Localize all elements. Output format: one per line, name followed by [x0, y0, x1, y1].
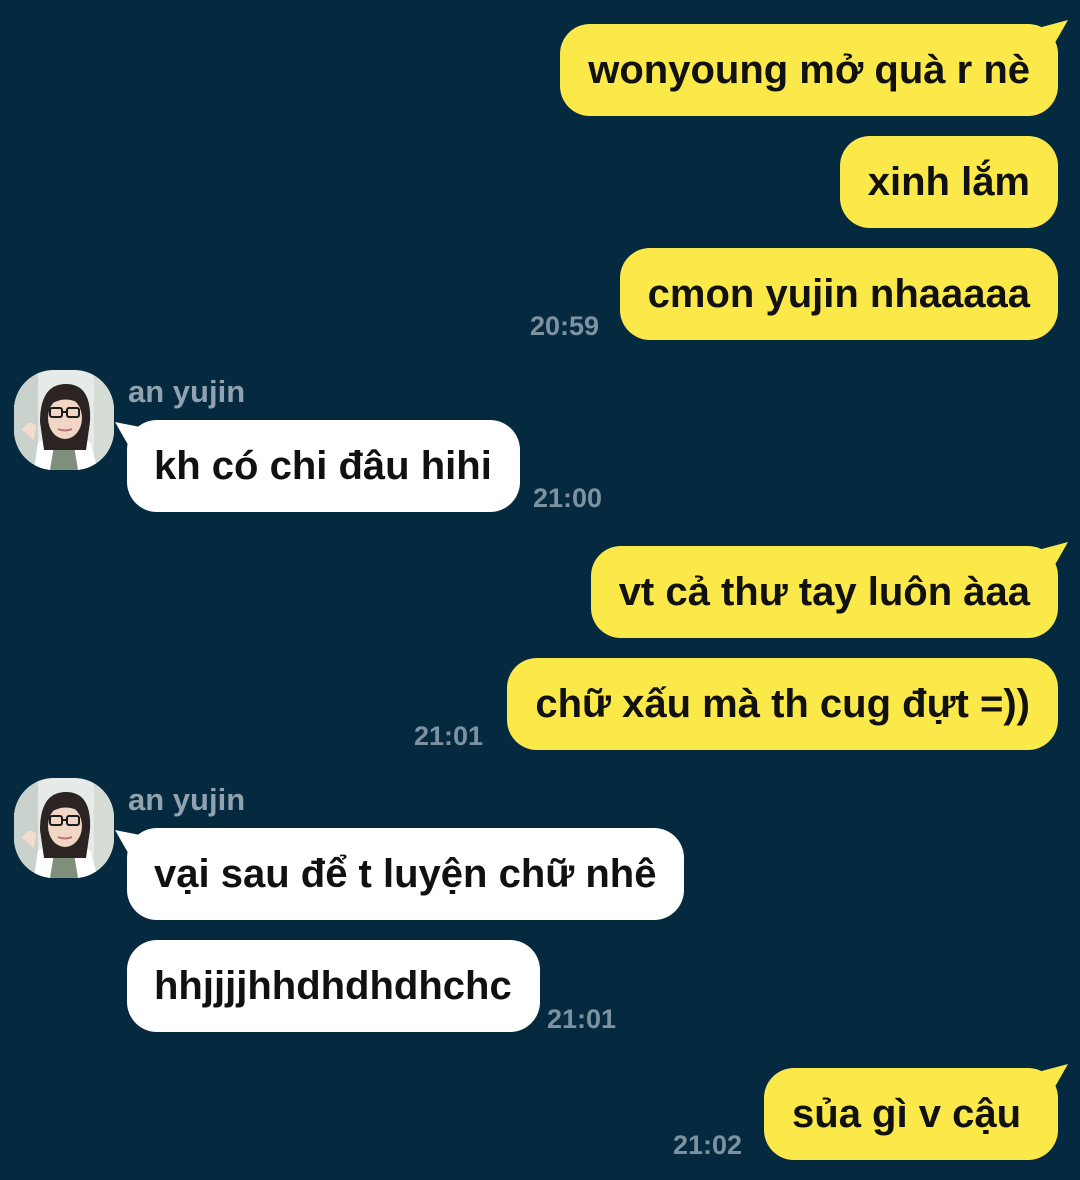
message-text: vại sau để t luyện chữ nhê: [154, 852, 657, 896]
message-text: chữ xấu mà th cug đựt =)): [535, 682, 1030, 726]
message-timestamp: 21:02: [673, 1130, 743, 1160]
bubble-tail: [115, 422, 145, 450]
chat-view: wonyoung mở quà r nè xinh lắm cmon yujin…: [0, 0, 1080, 1180]
bubble-tail: [115, 830, 145, 858]
sender-name: an yujin: [128, 782, 246, 817]
incoming-message[interactable]: vại sau để t luyện chữ nhê: [115, 828, 685, 920]
message-timestamp: 21:01: [547, 1004, 617, 1034]
outgoing-message[interactable]: xinh lắm: [839, 136, 1058, 228]
message-text: wonyoung mở quà r nè: [588, 48, 1030, 92]
message-text: hhjjjjhhdhdhdhchc: [154, 964, 512, 1008]
message-text: kh có chi đâu hihi: [154, 444, 492, 488]
bubble-tail: [1038, 542, 1068, 570]
profile-photo-icon: [14, 778, 114, 878]
outgoing-message[interactable]: wonyoung mở quà r nè: [560, 20, 1068, 116]
message-timestamp: 21:00: [533, 483, 603, 513]
outgoing-message[interactable]: sủa gì v cậu: [764, 1064, 1068, 1160]
incoming-message[interactable]: kh có chi đâu hihi: [115, 420, 520, 512]
outgoing-message[interactable]: vt cả thư tay luôn àaa: [590, 542, 1068, 638]
incoming-message[interactable]: hhjjjjhhdhdhdhchc: [127, 940, 540, 1032]
outgoing-message[interactable]: cmon yujin nhaaaaa: [619, 248, 1058, 340]
bubble-tail: [1038, 20, 1068, 48]
profile-photo-icon: [14, 370, 114, 470]
message-text: vt cả thư tay luôn àaa: [618, 570, 1030, 614]
sender-name: an yujin: [128, 374, 246, 409]
message-text: sủa gì v cậu: [792, 1092, 1021, 1136]
message-timestamp: 21:01: [414, 721, 484, 751]
bubble-tail: [1038, 1064, 1068, 1092]
outgoing-message[interactable]: chữ xấu mà th cug đựt =)): [507, 658, 1058, 750]
message-text: cmon yujin nhaaaaa: [647, 272, 1030, 316]
message-timestamp: 20:59: [530, 311, 600, 341]
avatar[interactable]: [14, 370, 114, 470]
message-text: xinh lắm: [867, 160, 1030, 204]
avatar[interactable]: [14, 778, 114, 878]
